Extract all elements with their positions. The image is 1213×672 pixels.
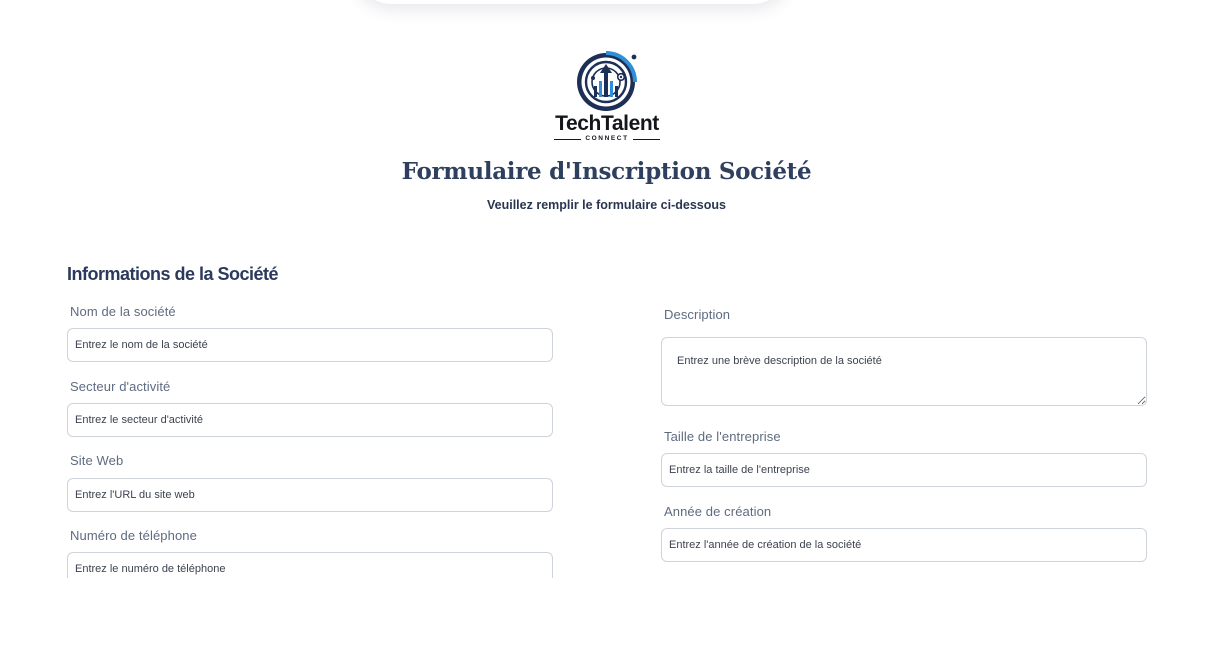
brand-tagline-row: CONNECT <box>554 134 660 144</box>
industry-label: Secteur d'activité <box>70 379 171 394</box>
page-subtitle: Veuillez remplir le formulaire ci-dessou… <box>487 198 726 212</box>
registration-page: TechTalent CONNECT Formulaire d'Inscript… <box>0 0 1213 672</box>
company-size-input[interactable] <box>661 453 1147 487</box>
brand-logo: TechTalent CONNECT <box>548 48 668 144</box>
company-size-label: Taille de l'entreprise <box>664 429 781 444</box>
website-label: Site Web <box>70 453 124 468</box>
brand-tagline: CONNECT <box>585 135 629 142</box>
industry-input[interactable] <box>67 403 553 437</box>
phone-label: Numéro de téléphone <box>70 528 197 543</box>
tagline-rule-right <box>632 138 660 140</box>
tagline-rule-left <box>554 138 582 140</box>
website-input[interactable] <box>67 478 553 512</box>
company-name-label: Nom de la société <box>70 304 176 319</box>
founded-year-label: Année de création <box>664 504 772 519</box>
company-name-input[interactable] <box>67 328 553 362</box>
section-title: Informations de la Société <box>67 264 279 284</box>
previous-card-shadow <box>352 0 792 4</box>
description-textarea[interactable] <box>661 337 1147 406</box>
description-label: Description <box>664 307 731 322</box>
page-title: Formulaire d'Inscription Société <box>401 158 812 185</box>
viewport-clip <box>0 578 1213 672</box>
techtalent-logo-icon <box>577 51 637 111</box>
founded-year-input[interactable] <box>661 528 1147 562</box>
brand-name: TechTalent <box>555 112 659 135</box>
